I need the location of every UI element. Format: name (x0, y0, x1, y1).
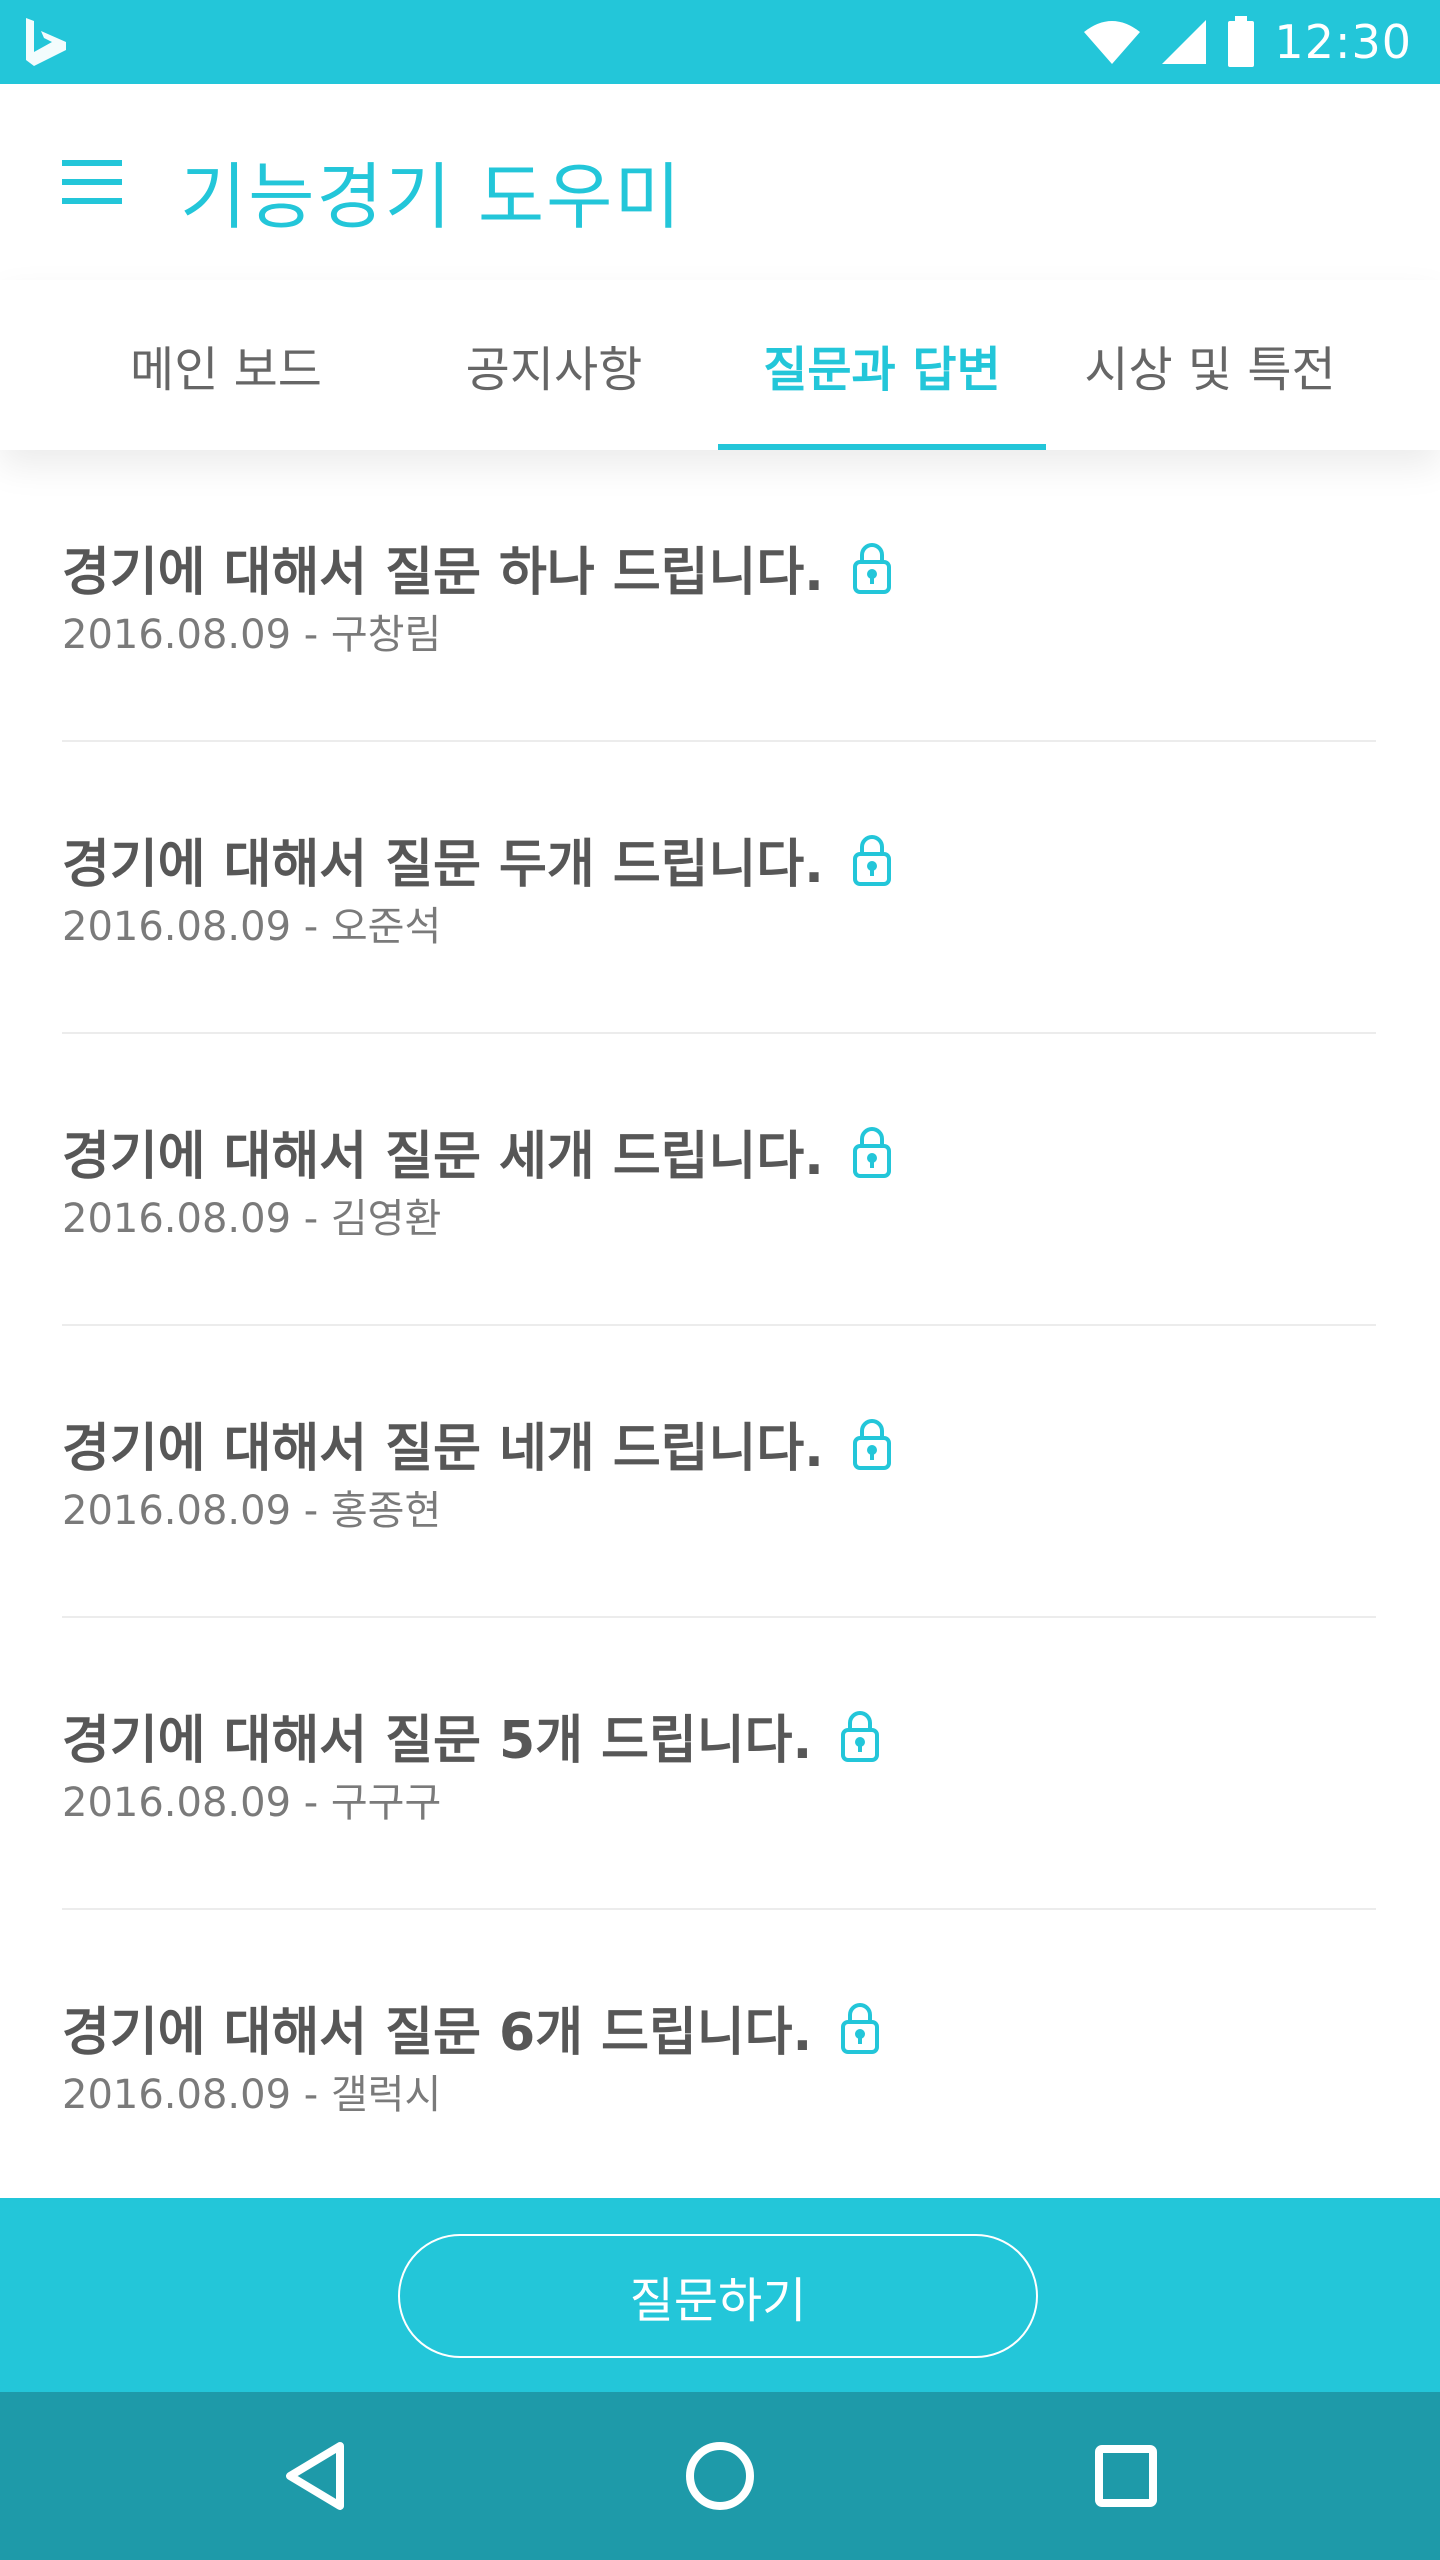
tab-awards[interactable]: 시상 및 특전 (1046, 280, 1374, 450)
question-title: 경기에 대해서 질문 네개 드립니다. (62, 1419, 824, 1479)
navigation-bar (0, 2392, 1440, 2560)
status-bar: 12:30 (0, 0, 1440, 84)
lock-icon (852, 1418, 891, 1470)
home-button[interactable] (670, 2426, 770, 2526)
tab-notices[interactable]: 공지사항 (390, 280, 718, 450)
battery-icon (1228, 16, 1255, 67)
active-tab-indicator (718, 444, 1046, 450)
app-title: 기능경기 도우미 (180, 155, 683, 239)
home-icon (686, 2442, 754, 2510)
list-item[interactable]: 경기에 대해서 질문 5개 드립니다. 2016.08.09 - 구구구 (62, 1618, 1376, 1910)
back-button[interactable] (264, 2426, 364, 2526)
question-title-row: 경기에 대해서 질문 하나 드립니다. (62, 530, 892, 605)
lock-icon (841, 1710, 880, 1762)
list-item[interactable]: 경기에 대해서 질문 하나 드립니다. 2016.08.09 - 구창림 (62, 450, 1376, 742)
question-meta: 2016.08.09 - 김영환 (62, 1196, 442, 1242)
bing-logo-icon (26, 18, 66, 66)
tab-main-board[interactable]: 메인 보드 (62, 280, 390, 450)
question-title-row: 경기에 대해서 질문 6개 드립니다. (62, 1990, 880, 2065)
wifi-icon (1084, 21, 1141, 64)
question-meta: 2016.08.09 - 구구구 (62, 1780, 442, 1826)
lock-icon (852, 542, 891, 594)
recents-button[interactable] (1076, 2426, 1176, 2526)
question-meta: 2016.08.09 - 구창림 (62, 612, 442, 658)
list-item[interactable]: 경기에 대해서 질문 6개 드립니다. 2016.08.09 - 갤럭시 (62, 1910, 1376, 2202)
question-title-row: 경기에 대해서 질문 네개 드립니다. (62, 1406, 892, 1481)
list-item[interactable]: 경기에 대해서 질문 두개 드립니다. 2016.08.09 - 오준석 (62, 742, 1376, 1034)
lock-icon (852, 834, 891, 886)
question-meta: 2016.08.09 - 홍종현 (62, 1488, 442, 1534)
app-bar: 기능경기 도우미 (0, 84, 1440, 280)
list-item[interactable]: 경기에 대해서 질문 네개 드립니다. 2016.08.09 - 홍종현 (62, 1326, 1376, 1618)
question-title-row: 경기에 대해서 질문 세개 드립니다. (62, 1114, 892, 1189)
question-title-row: 경기에 대해서 질문 5개 드립니다. (62, 1698, 880, 1773)
tab-bar: 메인 보드 공지사항 질문과 답변 시상 및 특전 (0, 280, 1440, 450)
question-title: 경기에 대해서 질문 세개 드립니다. (62, 1127, 824, 1187)
action-bar: 질문하기 (0, 2198, 1440, 2392)
hamburger-menu-icon[interactable] (62, 160, 122, 204)
lock-icon (841, 2002, 880, 2054)
signal-icon (1162, 20, 1207, 64)
status-time: 12:30 (1274, 15, 1412, 69)
question-title-row: 경기에 대해서 질문 두개 드립니다. (62, 822, 892, 897)
question-meta: 2016.08.09 - 오준석 (62, 904, 442, 950)
question-title: 경기에 대해서 질문 5개 드립니다. (62, 1711, 813, 1771)
question-title: 경기에 대해서 질문 하나 드립니다. (62, 543, 824, 603)
ask-question-button[interactable]: 질문하기 (398, 2234, 1038, 2358)
lock-icon (852, 1126, 891, 1178)
tab-qna[interactable]: 질문과 답변 (718, 280, 1046, 450)
list-item[interactable]: 경기에 대해서 질문 세개 드립니다. 2016.08.09 - 김영환 (62, 1034, 1376, 1326)
recents-icon (1095, 2445, 1157, 2507)
back-icon (286, 2442, 344, 2510)
question-title: 경기에 대해서 질문 6개 드립니다. (62, 2003, 813, 2063)
question-meta: 2016.08.09 - 갤럭시 (62, 2072, 442, 2118)
question-title: 경기에 대해서 질문 두개 드립니다. (62, 835, 824, 895)
